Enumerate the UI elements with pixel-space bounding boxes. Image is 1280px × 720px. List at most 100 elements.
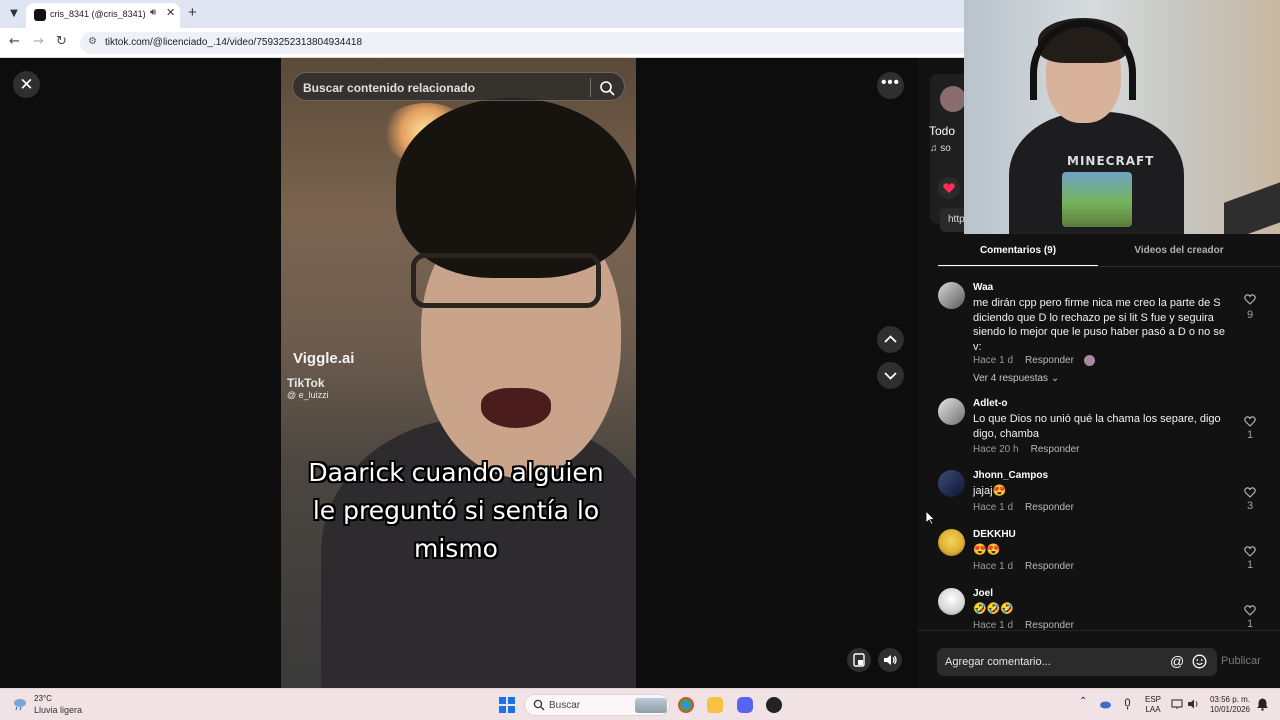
more-options-button[interactable]: ••• bbox=[877, 72, 904, 99]
volume-button[interactable] bbox=[878, 648, 902, 672]
miniplayer-button[interactable] bbox=[847, 648, 871, 672]
onedrive-icon[interactable] bbox=[1099, 698, 1112, 710]
comment-avatar[interactable] bbox=[938, 282, 965, 309]
input-language[interactable]: ESP LAA bbox=[1145, 695, 1161, 715]
heart-outline-icon[interactable] bbox=[1243, 292, 1257, 306]
creator-liked-avatar bbox=[1083, 355, 1095, 366]
comment-username[interactable]: Jhonn_Campos bbox=[973, 470, 1048, 481]
tab-search-chevron-icon[interactable]: ▼ bbox=[6, 6, 22, 22]
panel-tabs: Comentarios (9) Videos del creador bbox=[938, 240, 1280, 267]
like-count: 1 bbox=[1246, 618, 1254, 630]
audio-playing-icon[interactable]: 🔊︎ bbox=[150, 7, 156, 18]
windows-start-icon[interactable] bbox=[499, 697, 515, 713]
language-code: ESP bbox=[1145, 695, 1162, 704]
obs-icon[interactable] bbox=[766, 697, 782, 713]
back-arrow-icon[interactable]: ← bbox=[9, 34, 20, 49]
comment-avatar[interactable] bbox=[938, 529, 965, 556]
url-text[interactable]: tiktok.com/@licenciado_.14/video/7593252… bbox=[105, 37, 362, 48]
comment-time: Hace 1 d bbox=[973, 502, 1014, 513]
tabs-divider bbox=[938, 266, 1280, 267]
browser-tab-active[interactable]: cris_8341 (@cris_8341) | TikTok 🔊︎ ✕ bbox=[26, 3, 180, 28]
comment-item: Adlet-o Lo que Dios no unió qué la chama… bbox=[938, 398, 1268, 460]
search-highlight-image bbox=[635, 698, 667, 713]
video-description: Todo bbox=[929, 124, 956, 138]
publish-button[interactable]: Publicar bbox=[1221, 655, 1261, 667]
like-video-button[interactable] bbox=[938, 177, 960, 199]
comment-avatar[interactable] bbox=[938, 470, 965, 497]
start-tile bbox=[508, 697, 515, 704]
view-replies-label: Ver 4 respuestas bbox=[973, 373, 1049, 384]
reply-button[interactable]: Responder bbox=[1025, 502, 1074, 513]
comment-avatar[interactable] bbox=[938, 588, 965, 615]
comment-username[interactable]: DEKKHU bbox=[973, 529, 1016, 540]
chrome-icon[interactable] bbox=[678, 697, 694, 713]
new-tab-icon[interactable]: + bbox=[188, 5, 197, 21]
start-tile bbox=[499, 706, 506, 713]
taskbar-search-label: Buscar bbox=[549, 700, 581, 711]
view-replies-button[interactable]: Ver 4 respuestas ⌄ bbox=[973, 373, 1059, 384]
reply-button[interactable]: Responder bbox=[1025, 355, 1074, 366]
microphone-icon[interactable] bbox=[1121, 698, 1134, 710]
video-caption: Daarick cuando alguien le preguntó si se… bbox=[308, 458, 604, 563]
mention-icon[interactable]: @ bbox=[1170, 653, 1184, 669]
address-bar[interactable]: ⚙ tiktok.com/@licenciado_.14/video/75932… bbox=[80, 32, 980, 54]
related-search-input[interactable] bbox=[303, 79, 583, 96]
watermark-user: @ e_luizzi bbox=[287, 390, 329, 400]
tab-comments[interactable]: Comentarios (9) bbox=[938, 240, 1098, 266]
weather-temperature[interactable]: 23°C bbox=[34, 694, 52, 703]
related-search-box bbox=[292, 72, 625, 101]
network-icon[interactable] bbox=[1171, 698, 1184, 710]
heart-outline-icon[interactable] bbox=[1243, 603, 1257, 617]
next-video-button[interactable] bbox=[877, 362, 904, 389]
video-person-hair bbox=[396, 98, 636, 278]
weather-description[interactable]: Lluvia ligera bbox=[34, 705, 82, 715]
video-player: ✕ Viggle.ai TikTok @ e_luizzi Daarick cu… bbox=[0, 58, 918, 688]
reply-button[interactable]: Responder bbox=[1025, 561, 1074, 572]
discord-icon[interactable] bbox=[737, 697, 753, 713]
taskbar: 23°C Lluvia ligera Buscar ⌃ ESP LAA 03:5… bbox=[0, 688, 1280, 720]
comment-text: me dirán cpp pero firme nica me creo la … bbox=[973, 297, 1225, 353]
weather-rain-icon[interactable] bbox=[12, 697, 28, 711]
reply-button[interactable]: Responder bbox=[1031, 444, 1080, 455]
previous-video-button[interactable] bbox=[877, 326, 904, 353]
site-info-icon[interactable]: ⚙ bbox=[88, 36, 97, 47]
clock-time: 03:56 p. m. bbox=[1209, 695, 1250, 704]
comment-item: Waa me dirán cpp pero firme nica me creo… bbox=[938, 282, 1268, 392]
watermark-logo: Viggle.ai bbox=[293, 350, 355, 367]
close-video-button[interactable]: ✕ bbox=[13, 71, 40, 98]
like-count: 1 bbox=[1246, 429, 1254, 441]
speaker-icon[interactable] bbox=[1187, 698, 1200, 710]
emoji-icon[interactable] bbox=[1192, 654, 1207, 669]
heart-outline-icon[interactable] bbox=[1243, 485, 1257, 499]
comment-time: Hace 1 d bbox=[973, 355, 1014, 367]
comment-username[interactable]: Waa bbox=[973, 282, 993, 293]
webcam-overlay: MINECRAFT bbox=[964, 0, 1280, 234]
comment-meta: Hace 1 d Responder bbox=[973, 561, 1074, 572]
heart-outline-icon[interactable] bbox=[1243, 544, 1257, 558]
search-icon[interactable] bbox=[598, 79, 616, 97]
tab-creator-videos[interactable]: Videos del creador bbox=[1098, 240, 1260, 266]
like-count: 3 bbox=[1246, 500, 1254, 512]
reload-icon[interactable]: ↻ bbox=[56, 34, 67, 49]
like-count: 9 bbox=[1246, 309, 1254, 321]
notifications-bell-icon[interactable] bbox=[1256, 697, 1269, 711]
system-clock[interactable]: 03:56 p. m. 10/01/2026 bbox=[1206, 695, 1250, 715]
comment-username[interactable]: Joel bbox=[973, 588, 993, 599]
comment-item: DEKKHU 😍😍 Hace 1 d Responder 1 bbox=[938, 529, 1268, 575]
music-label-text: so bbox=[940, 143, 951, 154]
taskbar-search[interactable]: Buscar bbox=[524, 694, 670, 716]
comment-meta: Hace 1 d Responder bbox=[973, 502, 1074, 513]
comment-avatar[interactable] bbox=[938, 398, 965, 425]
heart-outline-icon[interactable] bbox=[1243, 414, 1257, 428]
chevron-down-icon bbox=[884, 372, 897, 380]
comment-username[interactable]: Adlet-o bbox=[973, 398, 1007, 409]
creator-avatar[interactable] bbox=[940, 86, 966, 112]
video-frame[interactable]: Viggle.ai TikTok @ e_luizzi Daarick cuan… bbox=[281, 58, 636, 688]
file-explorer-icon[interactable] bbox=[707, 697, 723, 713]
forward-arrow-icon[interactable]: → bbox=[33, 34, 44, 49]
tiktok-favicon-icon bbox=[34, 9, 46, 21]
show-hidden-icons-icon[interactable]: ⌃ bbox=[1079, 696, 1087, 707]
tab-close-icon[interactable]: ✕ bbox=[166, 6, 175, 19]
comment-text: 😍😍 bbox=[973, 544, 1001, 556]
music-label[interactable]: ♫ so bbox=[930, 143, 951, 154]
